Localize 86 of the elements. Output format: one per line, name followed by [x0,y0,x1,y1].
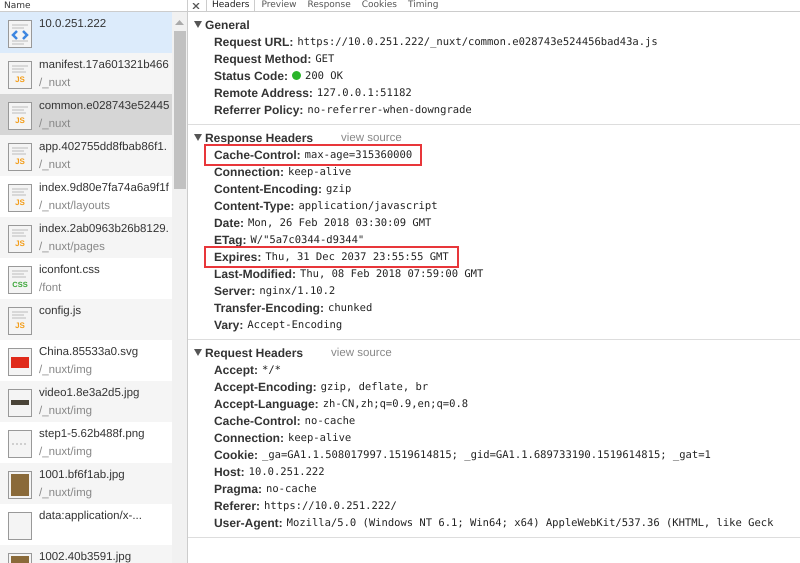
header-field: Cache-Control: no-cache [214,414,356,428]
request-row[interactable]: 10.0.251.222 [0,12,172,53]
request-path: /_nuxt [39,76,72,91]
request-name: index.2ab0963b26b8129. [39,222,169,237]
view-source-link[interactable]: view source [341,132,402,144]
scrollbar[interactable] [172,12,187,563]
tab[interactable]: Preview [255,0,302,11]
request-row[interactable]: video1.8e3a2d5.jpg /_nuxt/img [0,381,172,422]
request-path: /font [39,281,62,296]
header-field: Request URL: https://10.0.251.222/_nuxt/common.e028743e524456bad43a.js [214,34,658,48]
request-row[interactable]: JS index.2ab0963b26b8129. /_nuxt/pages [0,217,172,258]
expand-triangle-icon[interactable] [194,134,202,141]
request-name: app.402755dd8fbab86f1. [39,140,167,155]
header-field: Content-Type: application/javascript [214,198,438,212]
request-name: index.9d80e7fa74a6a9f1f [39,181,169,196]
header-field: Transfer-Encoding: chunked [214,300,372,314]
tab[interactable]: Response [302,0,356,11]
header-field: Host: 10.0.251.222 [214,464,325,478]
tab[interactable]: Timing [402,0,444,11]
request-path: /_nuxt/img [39,486,94,501]
request-name: data:application/x-... [39,509,142,524]
js-file-icon: JS [8,143,32,171]
header-field: Content-Encoding: gzip [214,182,352,196]
header-field: Accept-Encoding: gzip, deflate, br [214,380,428,394]
request-row[interactable]: JS config.js [0,299,172,340]
js-file-icon: JS [8,307,32,335]
image-thumbnail-icon [8,389,32,417]
header-field: Connection: keep-alive [214,164,352,178]
header-field: Accept-Language: zh-CN,zh;q=0.9,en;q=0.8 [214,396,468,410]
request-name: iconfont.css [39,263,100,278]
header-field: User-Agent: Mozilla/5.0 (Windows NT 6.1; Win64; x64) AppleWebKit/537.36 (KHTML, like Geck [214,516,774,530]
request-row[interactable]: JS manifest.17a601321b466 /_nuxt [0,53,172,94]
scrollbar-thumb[interactable] [174,31,186,189]
request-path: /_nuxt/img [39,363,94,378]
request-name: China.85533a0.svg [39,345,138,360]
status-dot-icon [292,71,302,80]
request-path: /_nuxt [39,117,72,132]
image-thumbnail-icon [8,430,32,458]
request-row[interactable]: JS app.402755dd8fbab86f1. /_nuxt [0,135,172,176]
request-name: config.js [39,304,82,319]
js-file-icon: JS [8,61,32,89]
tab[interactable]: Headers [206,0,256,11]
request-name: 1001.bf6f1ab.jpg [39,468,125,483]
request-name: 10.0.251.222 [39,17,106,32]
request-row[interactable]: JS common.e028743e52445 /_nuxt [0,94,172,135]
request-path: /_nuxt/img [39,445,94,460]
expand-triangle-icon[interactable] [194,21,202,28]
js-file-icon: JS [8,225,32,253]
header-field: Accept: */* [214,362,281,376]
header-field: Connection: keep-alive [214,430,352,444]
close-icon[interactable] [192,2,200,8]
section-title[interactable]: Request Headers [205,346,304,360]
section-title[interactable]: General [205,18,250,32]
header-field: Referer: https://10.0.251.222/ [214,498,397,512]
header-field: Server: nginx/1.10.2 [214,284,336,298]
request-row[interactable]: 1001.bf6f1ab.jpg /_nuxt/img [0,463,172,504]
header-field: ETag: W/"5a7c0344-d9344" [214,232,364,246]
request-name: manifest.17a601321b466 [39,58,169,73]
request-name: common.e028743e52445 [39,99,170,114]
request-name: video1.8e3a2d5.jpg [39,386,140,401]
section-title[interactable]: Response Headers [205,130,314,144]
flag-image-icon [8,348,32,376]
js-file-icon: JS [8,184,32,212]
header-field: Request Method: GET [214,52,334,66]
html-file-icon [8,20,32,48]
request-name: step1-5.62b488f.png [39,427,145,442]
view-source-link[interactable]: view source [331,346,392,358]
request-path: /_nuxt/pages [39,240,106,255]
photo-thumbnail-icon [8,471,32,499]
expand-triangle-icon[interactable] [194,349,202,356]
request-path: /_nuxt [39,158,72,173]
header-field: Cookie: _ga=GA1.1.508017997.1519614815; _gid=GA1.1.689733190.1519614815; _gat=1 [214,448,711,462]
header-field: Vary: Accept-Encoding [214,318,342,332]
js-file-icon: JS [8,102,32,130]
request-path: /_nuxt/layouts [39,199,111,214]
header-field: Remote Address: 127.0.0.1:51182 [214,86,412,100]
blank-file-icon [8,512,32,540]
header-field: Status Code: 200 OK [214,68,343,82]
header-field: Last-Modified: Thu, 08 Feb 2018 07:59:00 GMT [214,266,484,280]
header-field: Referrer Policy: no-referrer-when-downgrade [214,102,472,116]
header-field: Pragma: no-cache [214,482,317,496]
header-field: Date: Mon, 26 Feb 2018 03:30:09 GMT [214,216,432,230]
request-row[interactable]: 1002.40b3591.jpg [0,545,172,563]
tab[interactable]: Cookies [356,0,402,11]
request-path: /_nuxt/img [39,404,94,419]
request-name: 1002.40b3591.jpg [39,550,132,563]
